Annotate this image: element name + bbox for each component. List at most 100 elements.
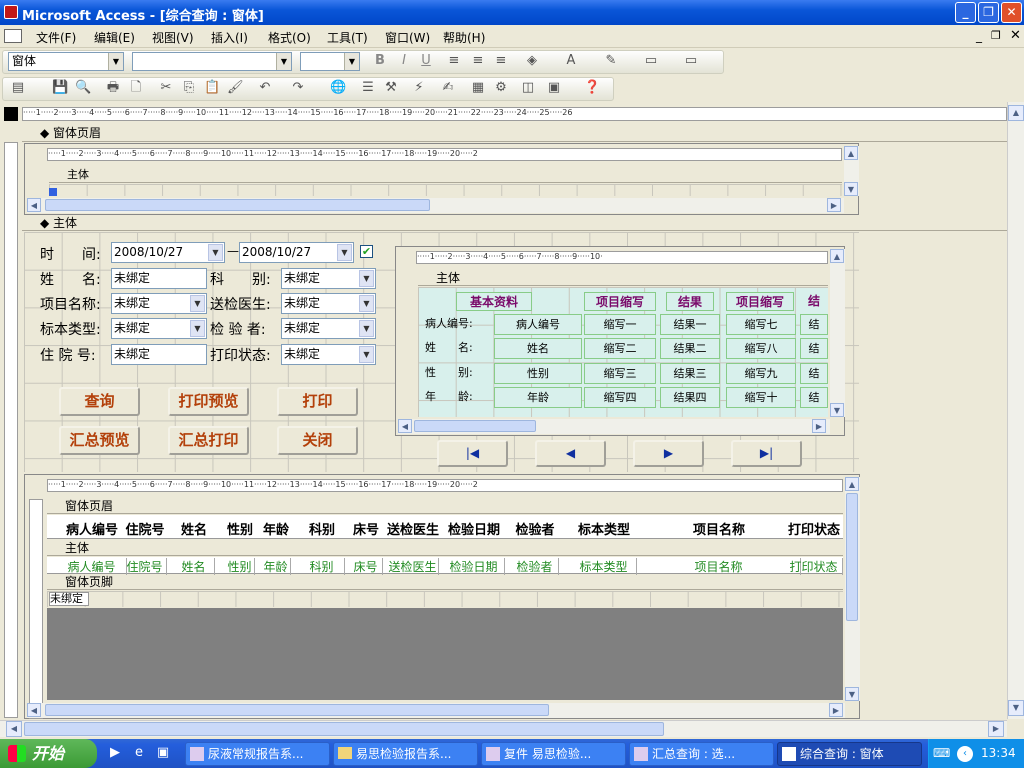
sub2-row-field[interactable]: 结 (800, 338, 828, 359)
doc-restore-button[interactable]: ❐ (991, 29, 1001, 42)
column-field[interactable]: 科别 (299, 558, 345, 575)
ie-icon[interactable]: e (131, 745, 147, 761)
scroll-thumb[interactable] (24, 722, 664, 736)
print-status-field[interactable]: 未绑定 ▼ (281, 344, 376, 365)
scroll-up-icon[interactable]: ▲ (830, 249, 844, 263)
special-effect-icon[interactable]: ▭ (683, 53, 699, 69)
column-field[interactable]: 年龄 (261, 558, 291, 575)
tester-field[interactable]: 未绑定 ▼ (281, 318, 376, 339)
inpatient-field[interactable]: 未绑定 (111, 344, 207, 365)
field-list-icon[interactable]: ☰ (360, 80, 376, 96)
scroll-left-icon[interactable]: ◀ (27, 703, 41, 717)
scroll-left-icon[interactable]: ◀ (6, 721, 22, 737)
task-lab-report-folder[interactable]: 易思检验报告系... (333, 742, 478, 766)
main-horizontal-scrollbar[interactable]: ◀ ▶ (0, 720, 1007, 737)
sub2-row-field[interactable]: 结果一 (660, 314, 720, 335)
sub2-row-field[interactable]: 缩写十 (726, 387, 796, 408)
sub2-row-field[interactable]: 结 (800, 314, 828, 335)
sub2-row-field[interactable]: 结 (800, 363, 828, 384)
name-field[interactable]: 未绑定 (111, 268, 207, 289)
scroll-thumb[interactable] (45, 199, 430, 211)
align-left-icon[interactable]: ≡ (446, 53, 462, 69)
underline-button[interactable]: U (418, 53, 434, 69)
subform-3-hscroll[interactable]: ◀ ▶ (27, 703, 845, 718)
menu-file[interactable]: 文件(F) (36, 29, 76, 46)
form-window-icon[interactable] (4, 29, 22, 43)
subform-3-header-bar[interactable]: 窗体页眉 (47, 499, 843, 514)
dept-field[interactable]: 未绑定 ▼ (281, 268, 376, 289)
font-size-combo[interactable]: ▼ (300, 52, 360, 71)
scroll-thumb[interactable] (846, 493, 858, 621)
new-object-icon[interactable]: ▣ (546, 80, 562, 96)
sub2-row-field[interactable]: 结果四 (660, 387, 720, 408)
last-record-button[interactable]: ▶| (731, 440, 802, 467)
print-icon[interactable]: 🖶 (105, 80, 121, 96)
sub2-row-field[interactable]: 缩写九 (726, 363, 796, 384)
sub2-row-field[interactable]: 缩写一 (584, 314, 656, 335)
restore-button[interactable]: ❐ (978, 2, 999, 23)
doc-minimize-button[interactable]: _ (976, 29, 982, 43)
close-form-button[interactable]: 关闭 (277, 426, 358, 455)
scroll-left-icon[interactable]: ◀ (27, 198, 41, 212)
column-field[interactable]: 送检医生 (387, 558, 439, 575)
scroll-left-icon[interactable]: ◀ (398, 419, 412, 433)
scroll-up-icon[interactable]: ▲ (1008, 105, 1024, 121)
detail-bar[interactable]: ◆ 主体 (22, 216, 1007, 231)
form-selector[interactable] (4, 107, 18, 121)
column-field[interactable]: 病人编号 (57, 558, 127, 575)
help-icon[interactable]: ❓ (584, 80, 600, 96)
task-urine-report[interactable]: 尿液常规报告系... (185, 742, 330, 766)
scroll-up-icon[interactable]: ▲ (845, 477, 859, 491)
subform-1-container[interactable]: ·····1·····2·····3·····4·····5·····6····… (24, 143, 859, 215)
sample-type-field[interactable]: 未绑定 ▼ (111, 318, 207, 339)
scroll-right-icon[interactable]: ▶ (812, 419, 826, 433)
sub2-row-field[interactable]: 结 (800, 387, 828, 408)
next-record-button[interactable]: ▶ (633, 440, 704, 467)
menu-format[interactable]: 格式(O) (268, 29, 311, 46)
sub2-row-field[interactable]: 缩写七 (726, 314, 796, 335)
date-from-field[interactable]: 2008/10/27 ▼ (111, 242, 225, 263)
subform-2-vscroll[interactable]: ▲ ▼ (830, 249, 845, 417)
column-field[interactable]: 姓名 (173, 558, 215, 575)
scroll-down-icon[interactable]: ▼ (1008, 700, 1024, 716)
keyboard-icon[interactable]: ⌨ (933, 739, 950, 768)
scroll-right-icon[interactable]: ▶ (988, 721, 1004, 737)
subform-2-detail-bar[interactable]: 主体 (418, 271, 828, 286)
align-center-icon[interactable]: ≡ (470, 53, 486, 69)
align-right-icon[interactable]: ≡ (493, 53, 509, 69)
print-button[interactable]: 打印 (277, 387, 358, 416)
subform-1-detail-bar[interactable]: 主体 (49, 168, 842, 183)
subform-3-footer-field[interactable]: 未绑定 (49, 592, 89, 606)
print-preview-button[interactable]: 打印预览 (168, 387, 249, 416)
column-field[interactable]: 床号 (349, 558, 383, 575)
menu-help[interactable]: 帮助(H) (443, 29, 485, 46)
undo-icon[interactable]: ↶ (257, 80, 273, 96)
menu-tools[interactable]: 工具(T) (327, 29, 368, 46)
autoformat-icon[interactable]: ⚡ (411, 80, 427, 96)
sub2-row-field[interactable]: 结果三 (660, 363, 720, 384)
column-field[interactable]: 检验者 (511, 558, 559, 575)
subform-3-vscroll[interactable]: ▲ ▼ (845, 477, 860, 701)
cut-icon[interactable]: ✂ (158, 80, 174, 96)
minimize-button[interactable]: _ (955, 2, 976, 23)
menu-insert[interactable]: 插入(I) (211, 29, 248, 46)
database-window-icon[interactable]: ◫ (520, 80, 536, 96)
format-painter-icon[interactable]: 🖌 (227, 80, 244, 96)
sub2-row-field[interactable]: 缩写三 (584, 363, 656, 384)
column-field[interactable]: 性别 (225, 558, 255, 575)
form-header-bar[interactable]: ◆ 窗体页眉 (22, 126, 1007, 142)
sub2-row-field[interactable]: 缩写八 (726, 338, 796, 359)
build-icon[interactable]: ⚙ (493, 80, 509, 96)
previous-record-button[interactable]: ◀ (535, 440, 606, 467)
column-field[interactable]: 检验日期 (443, 558, 505, 575)
object-combo[interactable]: 窗体 ▼ (8, 52, 124, 71)
sub2-row-field[interactable]: 姓名 (494, 338, 582, 359)
print-preview-icon[interactable]: 🗋 (128, 80, 144, 96)
fill-color-icon[interactable]: ◈ (524, 53, 540, 69)
tray-arrow-icon[interactable]: ‹ (957, 746, 973, 762)
paste-icon[interactable]: 📋 (204, 80, 220, 96)
menu-edit[interactable]: 编辑(E) (94, 29, 135, 46)
subform-1-hscroll[interactable]: ◀ ▶ (27, 198, 844, 213)
scroll-right-icon[interactable]: ▶ (827, 198, 841, 212)
subform-2-hscroll[interactable]: ◀ ▶ (398, 419, 830, 434)
